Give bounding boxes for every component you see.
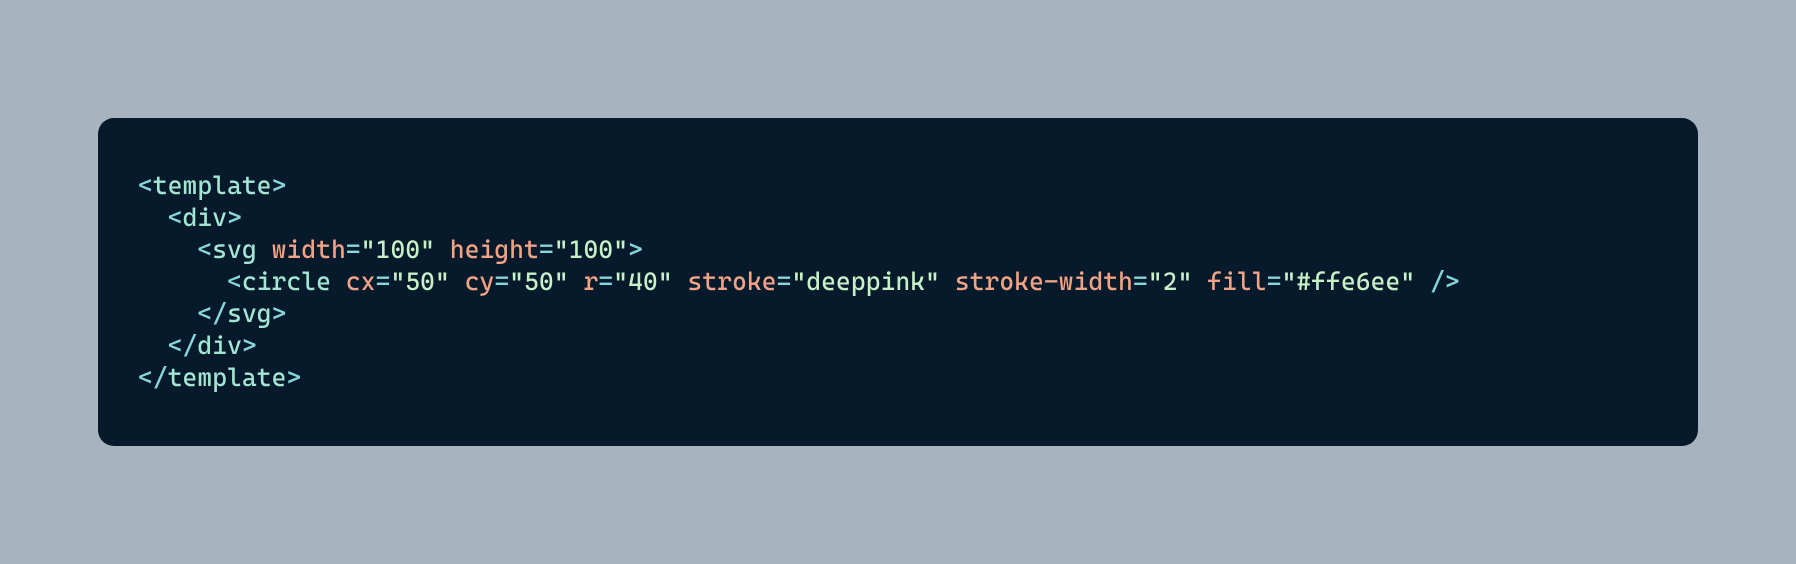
code-line: </template>: [138, 363, 301, 392]
code-line: </svg>: [138, 299, 287, 328]
code-line: </div>: [138, 331, 257, 360]
code-content: <template> <div> <svg width="100" height…: [138, 170, 1658, 394]
code-line: <template>: [138, 171, 287, 200]
code-line: <div>: [138, 203, 242, 232]
code-line: <svg width="100" height="100">: [138, 235, 643, 264]
code-line: <circle cx="50" cy="50" r="40" stroke="d…: [138, 267, 1460, 296]
code-block: <template> <div> <svg width="100" height…: [98, 118, 1698, 446]
